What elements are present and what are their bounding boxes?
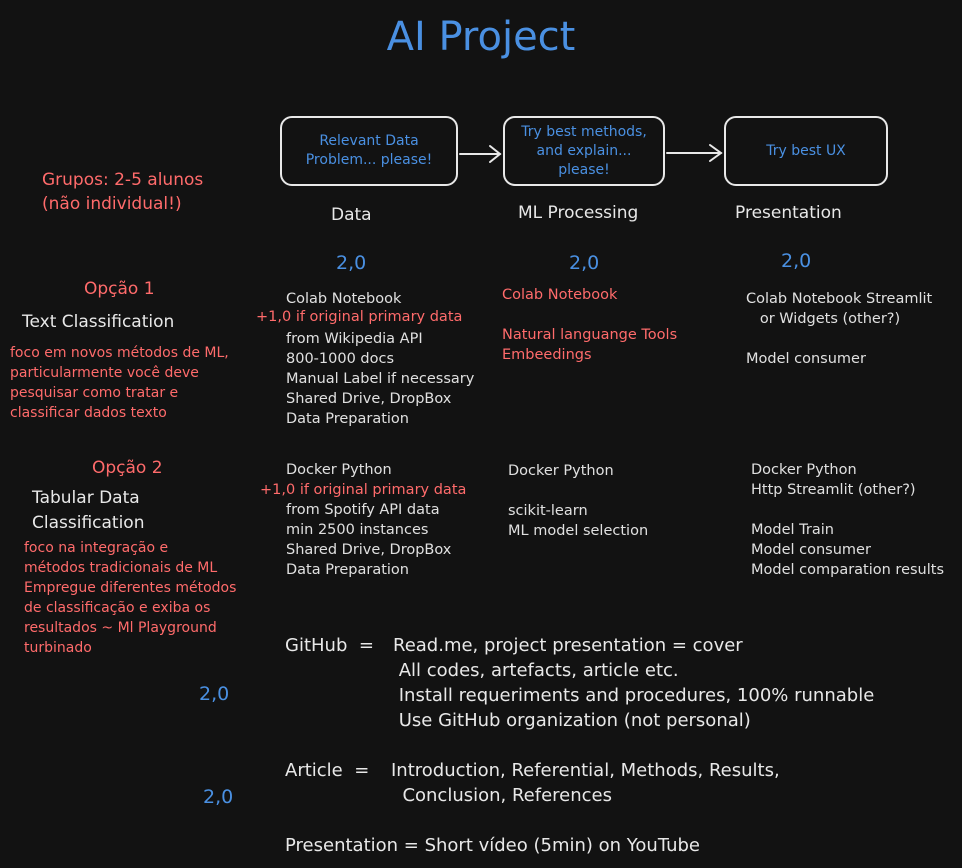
github-label: GitHub = <box>285 635 386 656</box>
option2-data-bonus: +1,0 if original primary data <box>260 482 467 498</box>
option1-presentation: Colab Notebook Streamlit or Widgets (oth… <box>746 291 933 367</box>
stage-ml: ML Processing <box>518 203 639 223</box>
github-requirements: Read.me, project presentation = cover Al… <box>393 635 875 731</box>
score-presentation: 2,0 <box>781 250 812 272</box>
stage-presentation: Presentation <box>735 203 842 223</box>
option1-ml: Colab Notebook Natural languange Tools E… <box>502 287 678 363</box>
score-article: 2,0 <box>203 786 234 808</box>
option2-label: Opção 2 <box>92 458 163 478</box>
option2-ml: Docker Python scikit-learn ML model sele… <box>508 463 649 539</box>
option2-name: Tabular Data Classification <box>32 488 145 533</box>
flow-arrows <box>459 144 723 163</box>
option2-data-details: from Spotify API data min 2500 instances… <box>286 502 452 578</box>
option2-note: foco na integração e métodos tradicionai… <box>24 540 237 656</box>
option2-data-line1: Docker Python <box>286 462 392 478</box>
presentation-requirement: Presentation = Short vídeo (5min) on You… <box>285 835 700 856</box>
option1-name: Text Classification <box>22 312 175 332</box>
score-data: 2,0 <box>336 252 367 274</box>
option1-label: Opção 1 <box>84 279 155 299</box>
stage-data: Data <box>331 205 372 225</box>
option2-presentation: Docker Python Http Streamlit (other?) Mo… <box>751 462 945 578</box>
article-label: Article = <box>285 760 381 781</box>
option1-data-details: from Wikipedia API 800-1000 docs Manual … <box>286 331 475 427</box>
groups-note: Grupos: 2-5 alunos (não individual!) <box>42 170 204 214</box>
score-github: 2,0 <box>199 683 230 705</box>
score-ml: 2,0 <box>569 252 600 274</box>
article-requirements: Introduction, Referential, Methods, Resu… <box>391 760 780 806</box>
option1-data-line1: Colab Notebook <box>286 291 402 307</box>
option1-note: foco em novos métodos de ML, particularm… <box>10 345 229 421</box>
option1-data-bonus: +1,0 if original primary data <box>256 309 463 325</box>
